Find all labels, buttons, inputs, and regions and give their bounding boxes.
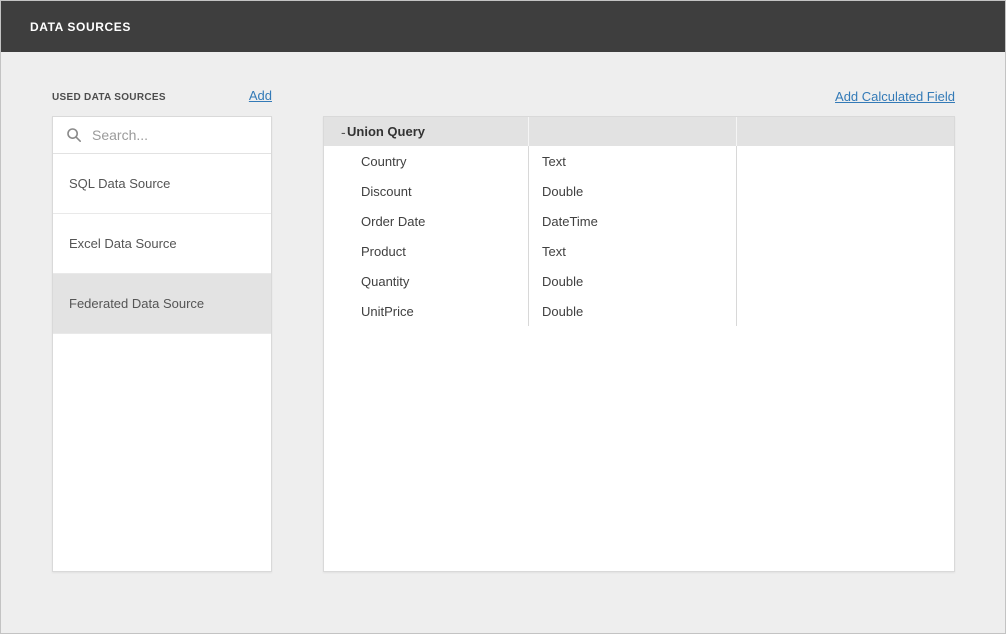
data-sources-page: DATA SOURCES USED DATA SOURCES Add SQL D…: [0, 0, 1006, 634]
search-input[interactable]: [92, 127, 258, 143]
field-name: Discount: [324, 176, 528, 206]
field-type: Double: [528, 266, 736, 296]
field-name: Order Date: [324, 206, 528, 236]
data-source-item[interactable]: Federated Data Source: [53, 274, 271, 334]
query-header-row[interactable]: - Union Query: [324, 117, 954, 146]
field-extra-cell: [736, 236, 954, 266]
data-source-list-panel: SQL Data Source Excel Data Source Federa…: [52, 116, 272, 572]
field-type: Text: [528, 236, 736, 266]
search-icon: [66, 127, 82, 143]
field-extra-cell: [736, 296, 954, 326]
field-name: Quantity: [324, 266, 528, 296]
query-name: Union Query: [344, 124, 425, 139]
add-calculated-field-link[interactable]: Add Calculated Field: [835, 89, 955, 104]
field-table-panel: - Union Query Country Text Discount Doub…: [323, 116, 955, 572]
field-row[interactable]: UnitPrice Double: [324, 296, 954, 326]
calculated-field-header: Add Calculated Field: [323, 88, 955, 110]
field-table: Country Text Discount Double Order Date …: [324, 146, 954, 326]
field-type: Double: [528, 176, 736, 206]
data-source-item-label: Excel Data Source: [69, 236, 177, 251]
field-extra-cell: [736, 146, 954, 176]
query-header-cell: - Union Query: [324, 117, 528, 146]
data-source-item[interactable]: SQL Data Source: [53, 154, 271, 214]
data-source-list: SQL Data Source Excel Data Source Federa…: [53, 154, 271, 334]
field-row[interactable]: Discount Double: [324, 176, 954, 206]
search-box[interactable]: [53, 117, 271, 154]
add-data-source-link[interactable]: Add: [249, 88, 272, 103]
field-name: UnitPrice: [324, 296, 528, 326]
data-source-item-label: Federated Data Source: [69, 296, 204, 311]
field-row[interactable]: Quantity Double: [324, 266, 954, 296]
field-name: Product: [324, 236, 528, 266]
used-data-sources-header: USED DATA SOURCES Add: [52, 88, 272, 110]
page-title: DATA SOURCES: [1, 20, 131, 34]
collapse-icon[interactable]: -: [324, 124, 344, 140]
field-extra-cell: [736, 266, 954, 296]
field-type: DateTime: [528, 206, 736, 236]
query-header-cell: [736, 117, 954, 146]
data-source-item-label: SQL Data Source: [69, 176, 170, 191]
field-type: Text: [528, 146, 736, 176]
used-data-sources-label: USED DATA SOURCES: [52, 92, 166, 103]
data-source-item[interactable]: Excel Data Source: [53, 214, 271, 274]
field-row[interactable]: Product Text: [324, 236, 954, 266]
query-header-cell: [528, 117, 736, 146]
field-row[interactable]: Country Text: [324, 146, 954, 176]
field-name: Country: [324, 146, 528, 176]
field-extra-cell: [736, 176, 954, 206]
field-type: Double: [528, 296, 736, 326]
field-row[interactable]: Order Date DateTime: [324, 206, 954, 236]
field-extra-cell: [736, 206, 954, 236]
panel-header: DATA SOURCES: [1, 1, 1005, 52]
